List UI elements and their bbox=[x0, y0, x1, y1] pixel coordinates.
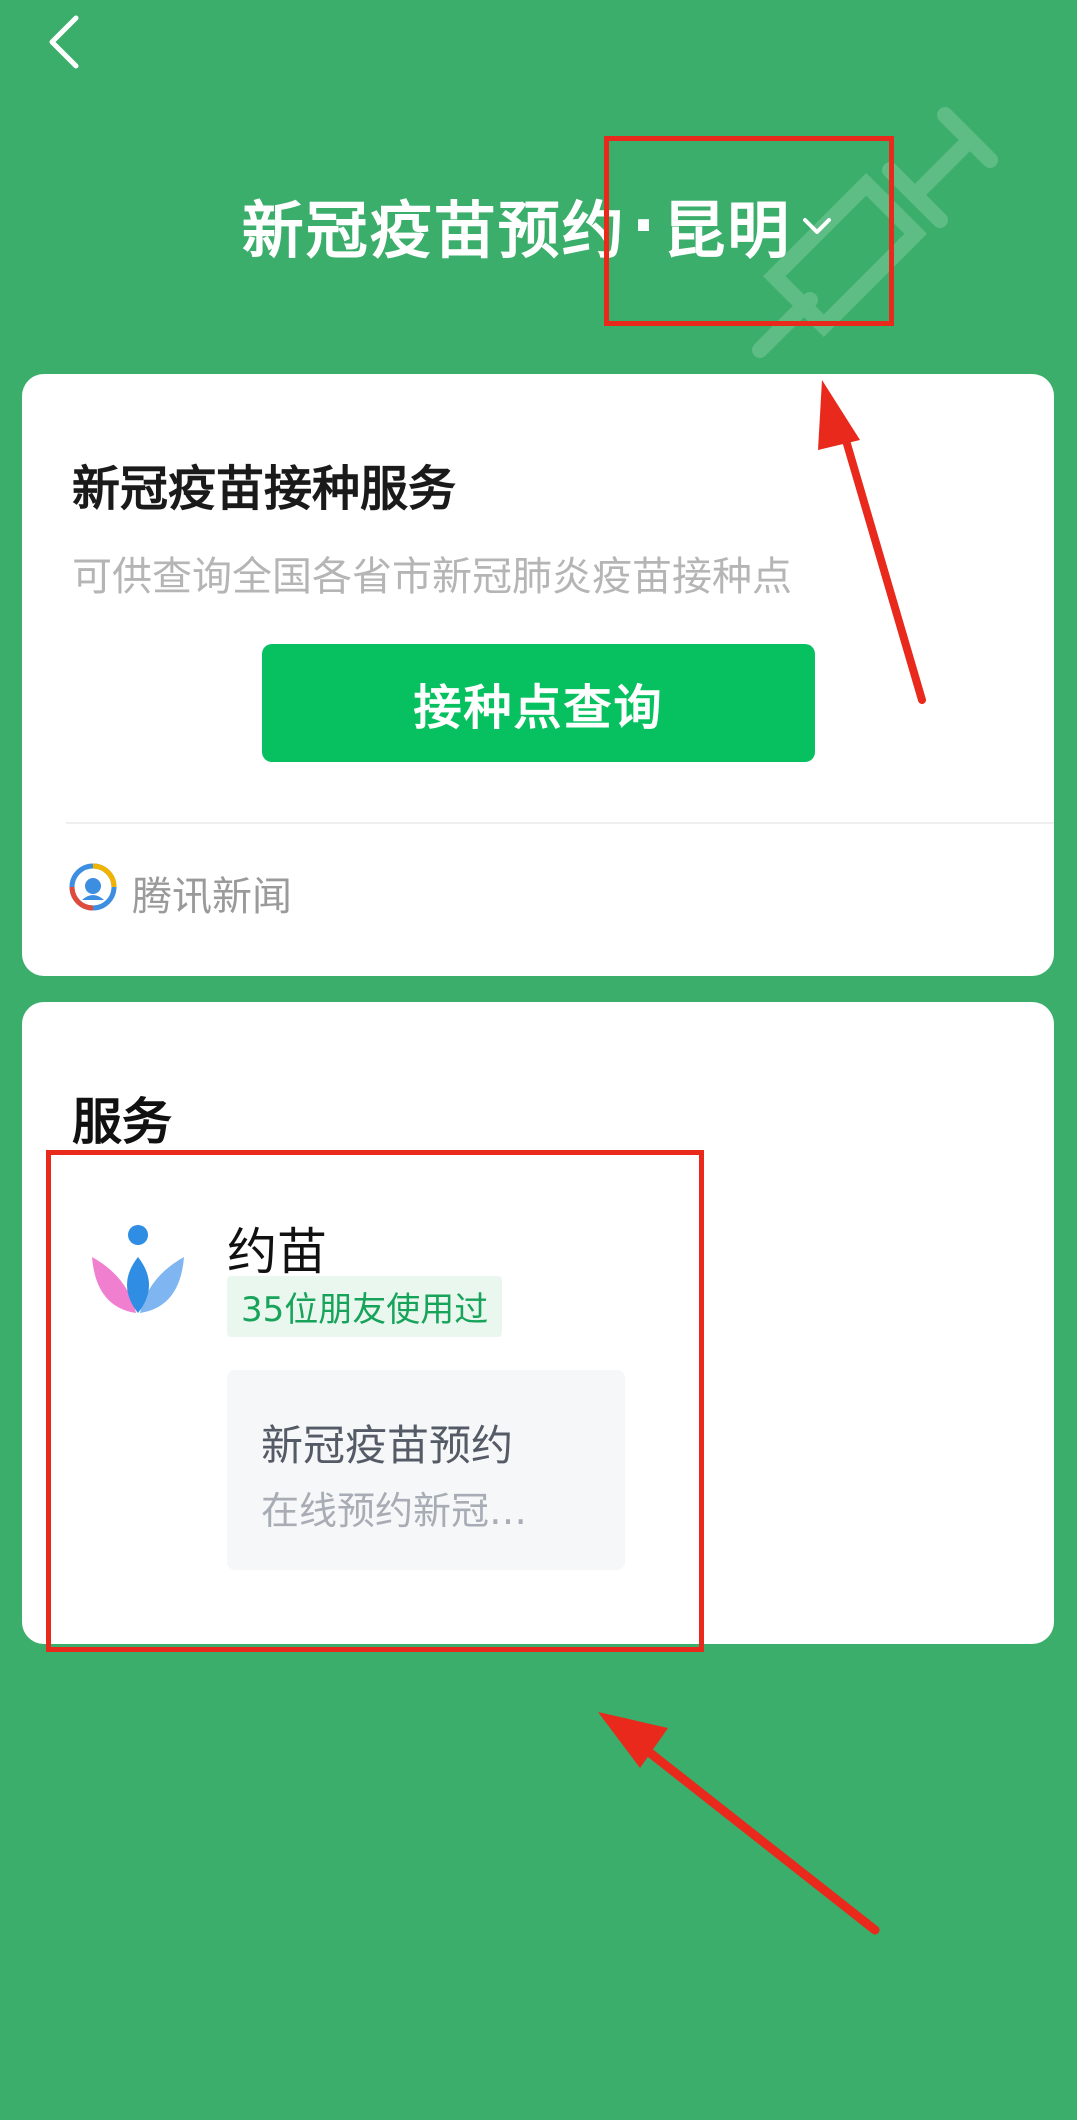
card-title: 新冠疫苗接种服务 bbox=[72, 461, 457, 517]
source-name[interactable]: 腾讯新闻 bbox=[132, 864, 292, 922]
tencent-news-logo-icon bbox=[69, 863, 117, 911]
card-subtitle: 可供查询全国各省市新冠肺炎疫苗接种点 bbox=[72, 554, 792, 600]
back-chevron-icon[interactable] bbox=[40, 12, 90, 72]
arrow-to-service-icon bbox=[598, 1712, 880, 1935]
vaccination-service-card: 新冠疫苗接种服务 可供查询全国各省市新冠肺炎疫苗接种点 接种点查询 腾讯新闻 bbox=[22, 374, 1054, 976]
page-title-text: 新冠疫苗预约 bbox=[241, 194, 626, 267]
vaccination-site-query-button[interactable]: 接种点查询 bbox=[262, 644, 815, 762]
page-title: 新冠疫苗预约·昆明 bbox=[0, 180, 1077, 270]
divider bbox=[66, 822, 1054, 824]
services-heading: 服务 bbox=[72, 1093, 172, 1151]
city-highlight-box bbox=[604, 136, 894, 326]
service-highlight-box bbox=[46, 1150, 704, 1652]
